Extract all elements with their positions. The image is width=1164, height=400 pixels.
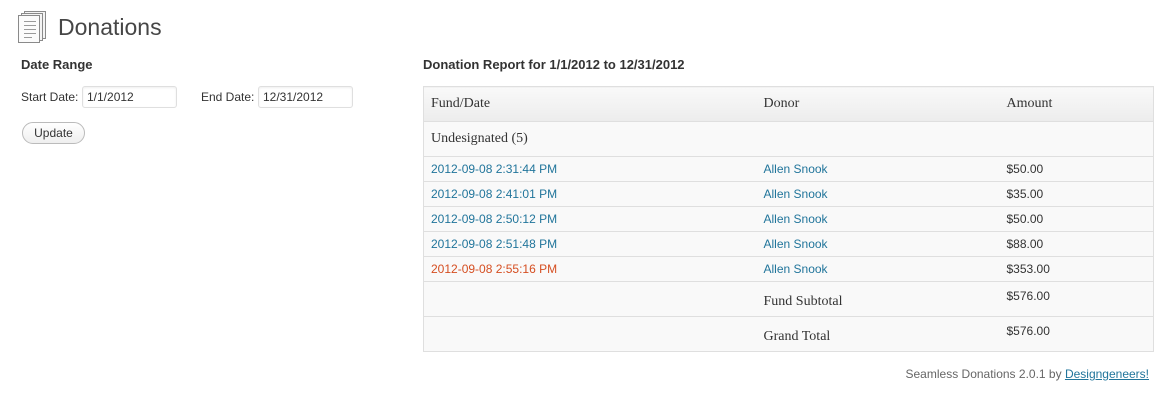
donation-amount: $35.00 bbox=[999, 181, 1154, 207]
end-date-label: End Date: bbox=[201, 90, 255, 104]
donation-date-link[interactable]: 2012-09-08 2:31:44 PM bbox=[431, 162, 557, 176]
fund-subtotal-label: Fund Subtotal bbox=[756, 281, 1000, 317]
column-header-amount: Amount bbox=[999, 86, 1154, 122]
report-title: Donation Report for 1/1/2012 to 12/31/20… bbox=[423, 57, 685, 72]
footer: Seamless Donations 2.0.1 by Designgeneer… bbox=[906, 367, 1150, 381]
column-header-fund-date: Fund/Date bbox=[423, 86, 757, 122]
donor-link[interactable]: Allen Snook bbox=[764, 187, 828, 201]
document-icon bbox=[17, 11, 47, 43]
donation-amount: $50.00 bbox=[999, 156, 1154, 182]
fund-subtotal-value: $576.00 bbox=[999, 281, 1154, 317]
footer-link[interactable]: Designgeneers! bbox=[1065, 367, 1149, 381]
grand-total-row: Grand Total $576.00 bbox=[423, 316, 1154, 352]
fund-group-label: Undesignated (5) bbox=[423, 121, 1154, 157]
donation-date-link[interactable]: 2012-09-08 2:50:12 PM bbox=[431, 212, 557, 226]
donation-date-link[interactable]: 2012-09-08 2:51:48 PM bbox=[431, 237, 557, 251]
table-row: 2012-09-08 2:55:16 PM Allen Snook $353.0… bbox=[423, 256, 1154, 282]
grand-total-value: $576.00 bbox=[999, 316, 1154, 352]
table-row: 2012-09-08 2:51:48 PM Allen Snook $88.00 bbox=[423, 231, 1154, 257]
column-header-donor: Donor bbox=[756, 86, 1000, 122]
donor-link[interactable]: Allen Snook bbox=[764, 162, 828, 176]
date-range-title: Date Range bbox=[21, 57, 93, 72]
donation-date-link[interactable]: 2012-09-08 2:41:01 PM bbox=[431, 187, 557, 201]
donation-amount: $50.00 bbox=[999, 206, 1154, 232]
donor-link[interactable]: Allen Snook bbox=[764, 212, 828, 226]
update-button[interactable]: Update bbox=[22, 122, 85, 144]
grand-total-label: Grand Total bbox=[756, 316, 1000, 352]
table-header-row: Fund/Date Donor Amount bbox=[423, 86, 1154, 122]
donor-link[interactable]: Allen Snook bbox=[764, 262, 828, 276]
end-date-input[interactable] bbox=[258, 86, 353, 108]
fund-group-row: Undesignated (5) bbox=[423, 121, 1154, 157]
start-date-input[interactable] bbox=[82, 86, 177, 108]
page-title: Donations bbox=[58, 13, 162, 40]
donation-amount: $353.00 bbox=[999, 256, 1154, 282]
page-header: Donations bbox=[17, 9, 162, 45]
table-row: 2012-09-08 2:50:12 PM Allen Snook $50.00 bbox=[423, 206, 1154, 232]
table-row: 2012-09-08 2:41:01 PM Allen Snook $35.00 bbox=[423, 181, 1154, 207]
fund-subtotal-row: Fund Subtotal $576.00 bbox=[423, 281, 1154, 317]
start-date-label: Start Date: bbox=[21, 90, 79, 104]
footer-text: Seamless Donations 2.0.1 by bbox=[905, 367, 1062, 381]
donation-report-table: Fund/Date Donor Amount Undesignated (5) … bbox=[423, 86, 1154, 352]
donor-link[interactable]: Allen Snook bbox=[764, 237, 828, 251]
table-row: 2012-09-08 2:31:44 PM Allen Snook $50.00 bbox=[423, 156, 1154, 182]
donation-date-link[interactable]: 2012-09-08 2:55:16 PM bbox=[431, 262, 557, 276]
donation-amount: $88.00 bbox=[999, 231, 1154, 257]
